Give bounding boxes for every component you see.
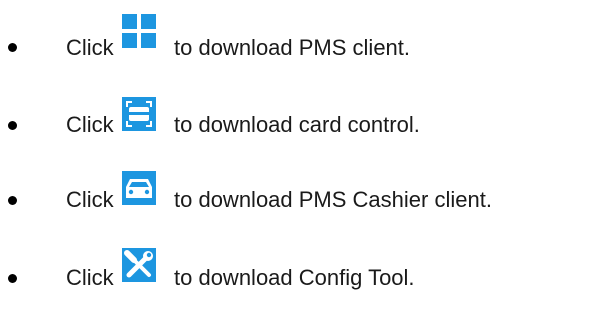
windows-icon[interactable] xyxy=(122,14,156,48)
click-label: Click xyxy=(66,112,114,137)
item-text: to download Config Tool. xyxy=(174,265,415,290)
item-text: to download card control. xyxy=(174,112,420,137)
bullet xyxy=(8,274,17,283)
bullet xyxy=(8,43,17,52)
click-label: Click xyxy=(66,265,114,290)
list-item: Click to download Config Tool. xyxy=(0,248,606,300)
click-label: Click xyxy=(66,187,114,212)
item-text: to download PMS client. xyxy=(174,35,411,60)
tools-icon[interactable] xyxy=(122,248,156,282)
click-label: Click xyxy=(66,35,114,60)
item-text: to download PMS Cashier client. xyxy=(174,187,492,212)
card-reader-icon[interactable] xyxy=(122,97,156,131)
bullet xyxy=(8,121,17,130)
list-item: Click to download card control. xyxy=(0,95,606,143)
list-item: Click to download PMS Cashier client. xyxy=(0,171,606,220)
bullet xyxy=(8,196,17,205)
list-item: Click to download PMS client. xyxy=(0,14,606,70)
car-icon[interactable] xyxy=(122,171,156,205)
